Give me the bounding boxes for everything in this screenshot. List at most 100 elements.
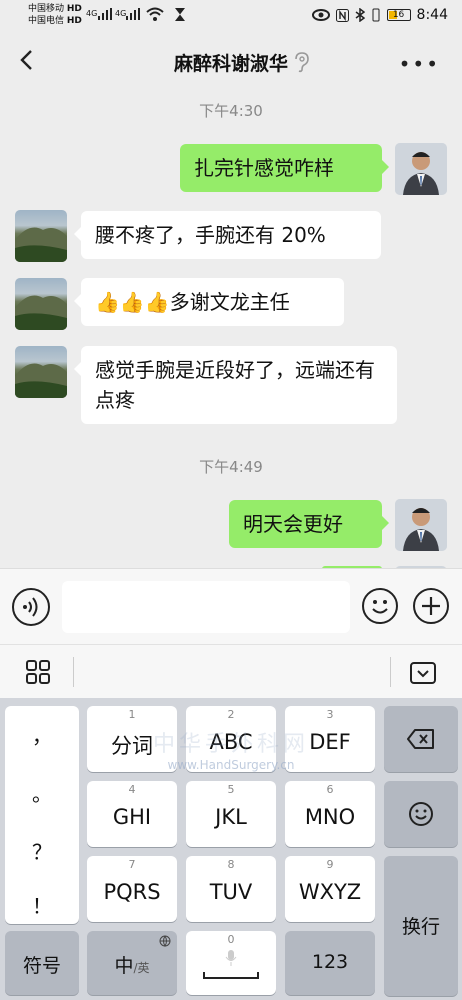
status-bar: 中国移动 HD 中国电信 HD 4G 4G 16 8:44 — [0, 0, 462, 32]
key-label: WXYZ — [298, 880, 362, 904]
clock: 8:44 — [416, 7, 448, 23]
keyboard-toolbar — [0, 644, 462, 698]
key-number: 8 — [227, 858, 235, 871]
numbers-label: 123 — [311, 951, 349, 973]
message-bubble-received[interactable]: 👍👍👍多谢文龙主任 — [74, 278, 344, 326]
doctor-avatar-icon — [395, 143, 447, 195]
key-label: PQRS — [103, 880, 161, 904]
key-number: 9 — [326, 858, 334, 871]
smiley-icon — [409, 802, 433, 826]
smiley-icon — [372, 600, 388, 614]
hourglass-icon — [175, 8, 185, 21]
key-number: 1 — [128, 708, 136, 721]
carrier-labels: 中国移动 HD 中国电信 HD — [28, 3, 82, 27]
message-bubble-sent[interactable]: 明天会更好 — [229, 500, 389, 548]
avatar-self[interactable] — [395, 499, 447, 551]
key-5[interactable]: 5 JKL — [186, 781, 276, 847]
key-number: 6 — [326, 783, 334, 796]
punct-period[interactable]: 。 — [5, 778, 79, 807]
toolbar-divider — [390, 657, 391, 687]
emoji-key[interactable] — [384, 781, 458, 847]
grid-apps-icon[interactable] — [26, 660, 50, 684]
key-number: 4 — [128, 783, 136, 796]
mountain-avatar-icon — [15, 227, 67, 262]
symbols-key[interactable]: 符号 — [5, 931, 79, 995]
battery-icon: 16 — [386, 9, 411, 21]
plus-icon — [422, 597, 440, 615]
vibrate-icon — [372, 8, 380, 22]
punctuation-column[interactable]: ， 。 ？ ！ — [5, 706, 79, 924]
network-type-1: 4G — [86, 9, 98, 18]
backspace-icon — [407, 729, 434, 749]
toolbar-divider — [73, 657, 74, 687]
more-options-button[interactable]: ••• — [399, 52, 440, 76]
status-right: 16 8:44 — [311, 7, 448, 23]
more-functions-button[interactable] — [413, 588, 449, 624]
eye-icon — [311, 9, 330, 21]
key-number: 3 — [326, 708, 334, 721]
hide-keyboard-button[interactable] — [410, 662, 436, 684]
key-label: DEF — [309, 730, 351, 754]
hd-badge-1: HD — [66, 4, 82, 14]
emoji-button[interactable] — [362, 588, 398, 624]
timestamp: 下午4:30 — [199, 102, 263, 120]
key-number: 0 — [227, 933, 235, 946]
key-number: 7 — [128, 858, 136, 871]
chat-history[interactable]: 下午4:30 扎完针感觉咋样 腰不疼了，手腕还有 20% 👍👍👍多谢文龙主任 感… — [0, 90, 462, 568]
key-label: TUV — [209, 880, 253, 904]
punct-exclamation[interactable]: ！ — [5, 890, 79, 919]
voice-icon — [23, 597, 38, 617]
globe-icon — [159, 935, 171, 947]
key-8[interactable]: 8 TUV — [186, 856, 276, 922]
carrier-1: 中国移动 — [28, 4, 65, 14]
space-key[interactable]: 0 — [186, 931, 276, 995]
message-text: 多谢文龙主任 — [169, 290, 290, 314]
timestamp: 下午4:49 — [199, 458, 263, 476]
punct-comma[interactable]: ， — [5, 720, 79, 749]
mountain-avatar-icon — [15, 363, 67, 398]
message-bubble-received[interactable]: 腰不疼了，手腕还有 20% — [74, 211, 381, 259]
numbers-key[interactable]: 123 — [285, 931, 375, 995]
language-switch-key[interactable]: 中/英 — [87, 931, 177, 995]
key-1[interactable]: 1 分词 — [87, 706, 177, 772]
key-9[interactable]: 9 WXYZ — [285, 856, 375, 922]
signal-icon — [126, 8, 140, 20]
key-number: 5 — [227, 783, 235, 796]
key-label: GHI — [112, 805, 152, 829]
message-input[interactable] — [62, 581, 350, 633]
message-bubble-sent[interactable]: 扎完针感觉咋样 — [180, 144, 389, 192]
key-label: ABC — [209, 730, 253, 754]
message-bubble-received[interactable]: 感觉手腕是近段好了，远端还有点疼 — [74, 346, 397, 424]
enter-key[interactable]: 换行 — [384, 856, 458, 996]
key-6[interactable]: 6 MNO — [285, 781, 375, 847]
ear-mode-icon — [295, 52, 309, 73]
backspace-key[interactable] — [384, 706, 458, 772]
symbols-label: 符号 — [22, 955, 61, 977]
avatar-self[interactable] — [395, 143, 447, 195]
microphone-icon — [225, 950, 237, 966]
avatar-contact[interactable] — [15, 210, 67, 262]
key-label: 分词 — [111, 734, 153, 758]
key-3[interactable]: 3 DEF — [285, 706, 375, 772]
chevron-down-icon — [417, 670, 429, 678]
key-4[interactable]: 4 GHI — [87, 781, 177, 847]
key-2[interactable]: 2 ABC — [186, 706, 276, 772]
wifi-icon — [146, 7, 164, 21]
avatar-contact[interactable] — [15, 346, 67, 398]
key-7[interactable]: 7 PQRS — [87, 856, 177, 922]
hd-badge-2: HD — [66, 16, 82, 26]
punct-question[interactable]: ？ — [5, 836, 79, 865]
battery-level: 16 — [392, 10, 405, 20]
doctor-avatar-icon — [395, 499, 447, 551]
bluetooth-icon — [355, 8, 365, 22]
key-label: JKL — [215, 805, 247, 829]
voice-input-button[interactable] — [12, 588, 50, 626]
message-input-bar — [0, 568, 462, 644]
thumbs-up-emoji: 👍👍👍 — [95, 290, 170, 314]
network-type-2: 4G — [115, 9, 127, 18]
avatar-contact[interactable] — [15, 278, 67, 330]
key-label: MNO — [304, 805, 356, 829]
nfc-icon — [335, 8, 349, 22]
chat-title: 麻醉科谢淑华 — [173, 53, 288, 75]
signal-icon — [98, 8, 112, 20]
